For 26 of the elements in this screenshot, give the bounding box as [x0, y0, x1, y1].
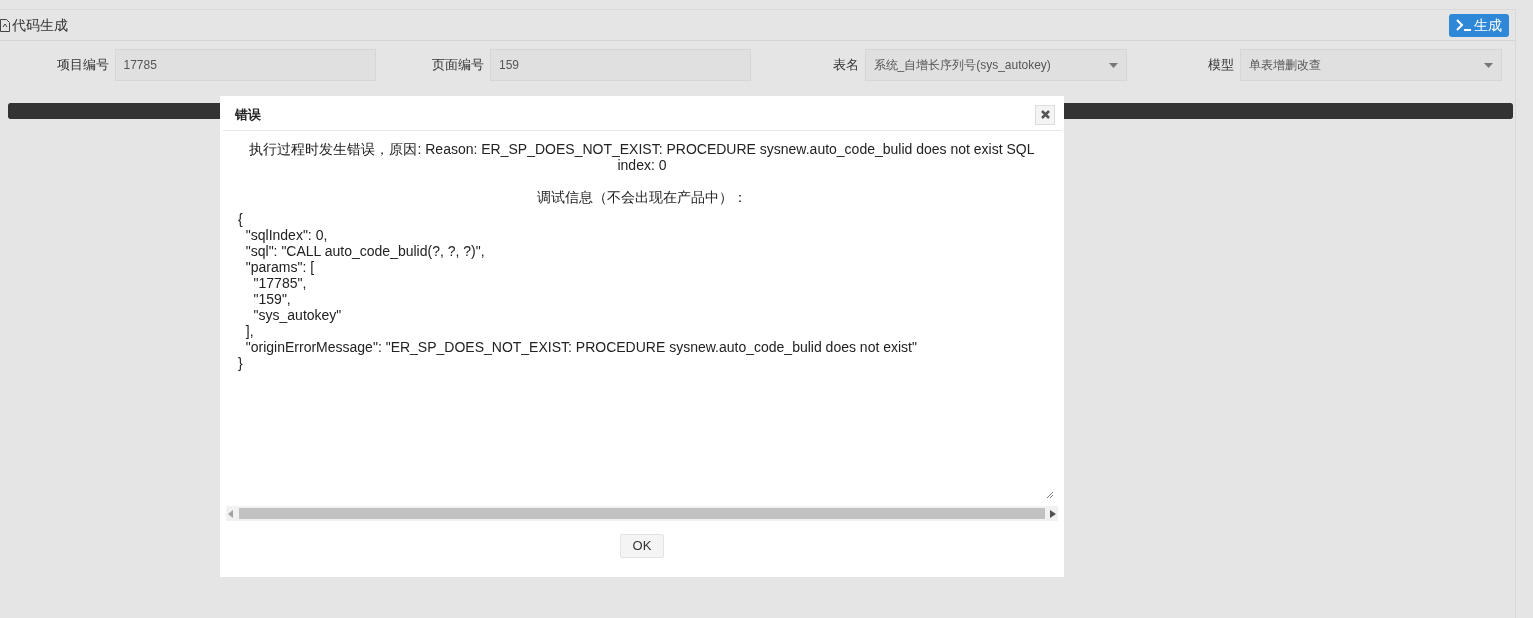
horizontal-scrollbar[interactable]: [226, 506, 1058, 521]
scroll-left-icon: [228, 509, 234, 518]
select-field[interactable]: 单表增删改查: [1240, 49, 1502, 81]
field-label: 表名: [832, 56, 859, 75]
debug-label: 调试信息（不会出现在产品中）：: [536, 189, 748, 205]
dialog-title: 错误: [235, 105, 261, 124]
panel-title: 代码生成: [12, 15, 68, 35]
close-button[interactable]: [1035, 104, 1055, 125]
input-field[interactable]: 159: [490, 49, 751, 81]
caret-icon: [1108, 62, 1118, 68]
caret-icon: [1484, 62, 1493, 68]
field-label: 模型: [1208, 56, 1234, 75]
scroll-right-icon: [1050, 509, 1056, 518]
input-field[interactable]: 17785: [114, 49, 376, 81]
resize-grip-icon: [1046, 491, 1054, 499]
terminal-icon: [1456, 19, 1472, 31]
close-icon: [1040, 110, 1050, 119]
field-label: 页面编号: [432, 56, 484, 75]
scrollbar-thumb[interactable]: [239, 508, 1045, 519]
ok-button[interactable]: OK: [619, 534, 665, 558]
field-label: 项目编号: [56, 56, 109, 75]
select-field[interactable]: 系统_自增长序列号(sys_autokey): [864, 49, 1127, 81]
document-icon: [0, 18, 10, 32]
error-message: 执行过程时发生错误，原因: Reason: ER_SP_DOES_NOT_EXIST: PROCEDURE sysnew.auto_code_bulid does not exist SQL index: 0: [248, 141, 1036, 173]
debug-json: { "sqlIndex": 0, "sql": "CALL auto_code_bulid(?, ?, ?)", "params": [ "17785", "159", "sys_autokey" ], "originErrorMessage": "ER_SP_DOES_NOT_EXIST: PROCEDURE sysnew.auto_code_bulid does not exist" }: [238, 211, 918, 371]
generate-button[interactable]: 生成: [1449, 13, 1509, 37]
